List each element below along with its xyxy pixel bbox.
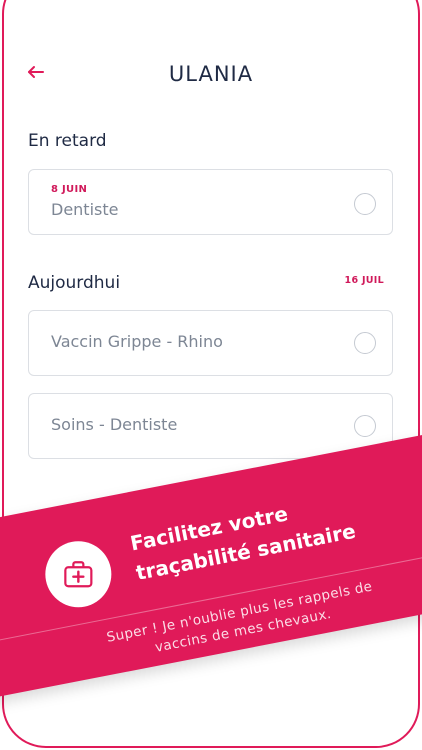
task-due-date: 8 JUIN [51, 184, 88, 195]
task-card-today-1[interactable]: Vaccin Grippe - Rhino [28, 310, 393, 376]
app-header: ULANIA [0, 0, 422, 146]
promo-icon-badge [45, 541, 112, 608]
task-card-overdue-1[interactable]: 8 JUIN Dentiste [28, 169, 393, 235]
page-title: ULANIA [168, 62, 254, 86]
promo-headline: Facilitez votre traçabilité sanitaire [128, 476, 414, 588]
section-title-today: Aujourdhui [28, 273, 121, 293]
section-title-overdue: En retard [28, 131, 107, 151]
task-label: Soins - Dentiste [51, 415, 178, 434]
task-checkbox[interactable] [354, 332, 376, 354]
task-label: Dentiste [51, 200, 119, 219]
today-date-badge: 16 JUIL [344, 275, 384, 286]
task-checkbox[interactable] [354, 415, 376, 437]
task-card-today-2[interactable]: Soins - Dentiste [28, 393, 393, 459]
task-label: Vaccin Grippe - Rhino [51, 332, 223, 351]
task-checkbox[interactable] [354, 193, 376, 215]
